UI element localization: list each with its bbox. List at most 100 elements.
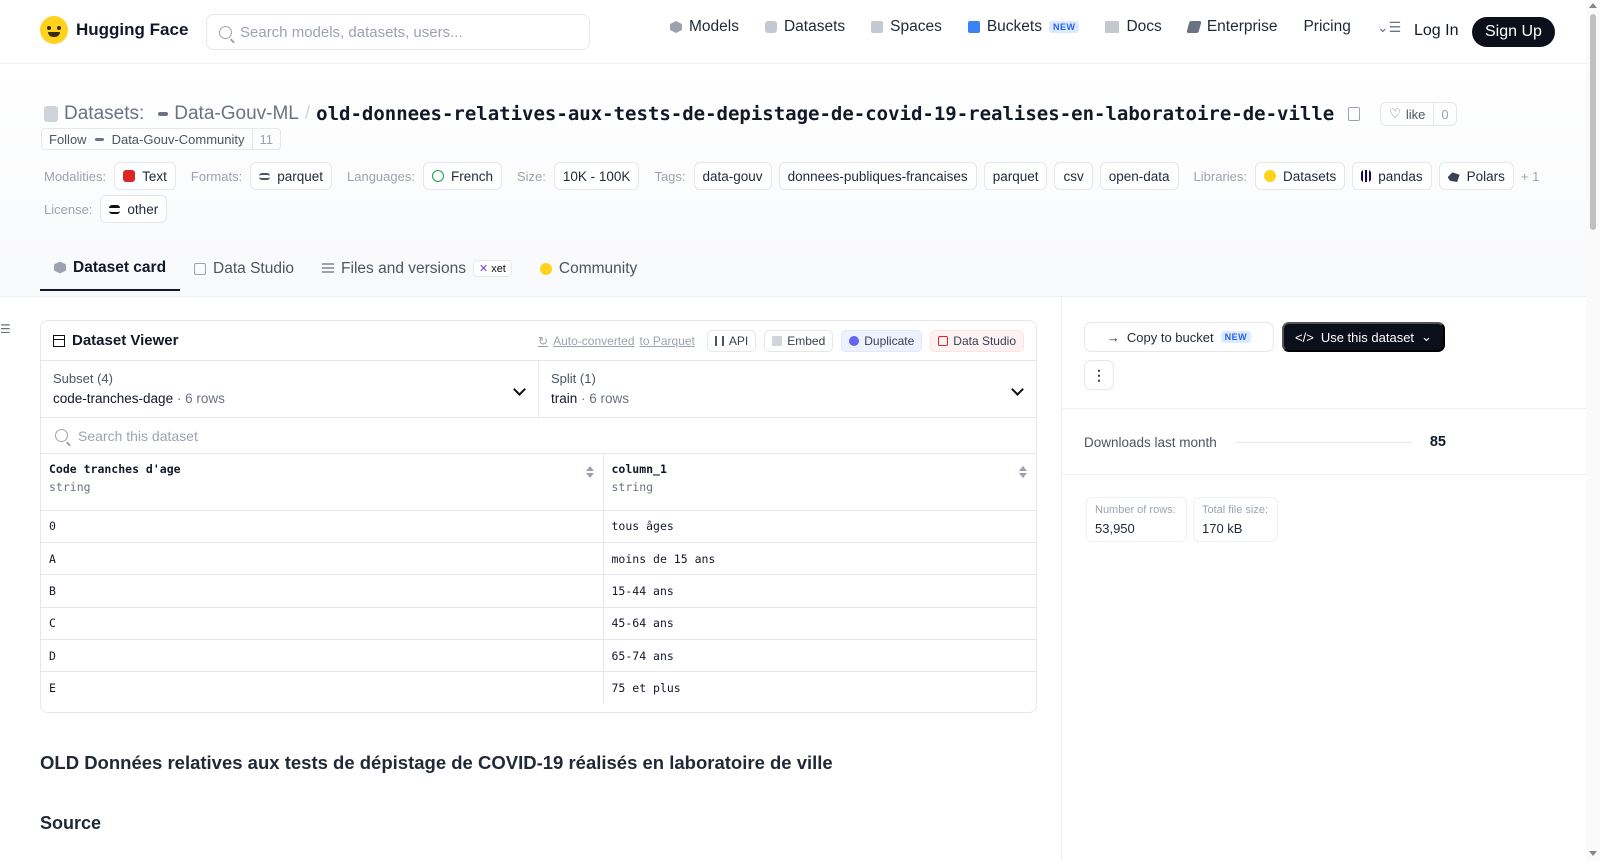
- tag-row-main: Modalities: Text Formats: parquet Langua…: [44, 162, 1547, 190]
- tag-parquet[interactable]: parquet: [983, 162, 1048, 190]
- auto-converted-link[interactable]: ↻ Auto-converted to Parquet: [538, 334, 695, 348]
- files-icon: [322, 262, 335, 275]
- main-nav: Models Datasets Spaces Buckets NEW Docs E…: [670, 18, 1401, 36]
- sort-icon[interactable]: [585, 466, 594, 478]
- cube-icon: [670, 21, 682, 33]
- top-navigation: Hugging Face Models Datasets Spaces Buck…: [0, 0, 1586, 64]
- globe-icon: [431, 170, 444, 182]
- data-studio-button[interactable]: Data Studio: [930, 329, 1024, 352]
- follow-button[interactable]: Follow Data-Gouv-Community 11: [41, 128, 282, 150]
- database-icon: [44, 106, 58, 122]
- scrollbar-thumb[interactable]: [1590, 14, 1596, 230]
- more-menu-icon[interactable]: ⌄☰: [1377, 19, 1401, 36]
- dataset-viewer: Dataset Viewer ↻ Auto-converted to Parquet…: [40, 320, 1037, 713]
- tab-files-and-versions[interactable]: Files and versions ✕ xet: [308, 246, 526, 291]
- tag-csv[interactable]: csv: [1054, 162, 1093, 190]
- sort-icon[interactable]: [1019, 466, 1027, 478]
- tab-community[interactable]: Community: [526, 246, 651, 291]
- table-cell: 45-64 ans: [602, 607, 1036, 641]
- xet-icon: ✕: [478, 263, 489, 275]
- subset-dropdown[interactable]: Subset (4) code-tranches-dage · 6 rows: [41, 361, 538, 417]
- scroll-up-arrow-icon[interactable]: [1589, 3, 1597, 8]
- downloads-count: 85: [1429, 434, 1446, 450]
- nav-enterprise[interactable]: Enterprise: [1186, 18, 1277, 36]
- copy-to-bucket-button[interactable]: → Copy to bucket NEW: [1084, 322, 1274, 352]
- column-header[interactable]: Code tranches d'age string: [41, 454, 603, 511]
- embed-button[interactable]: Embed: [764, 329, 834, 352]
- table-row[interactable]: Amoins de 15 ans: [41, 542, 1036, 576]
- copy-icon[interactable]: [1348, 107, 1361, 121]
- path-separator: /: [304, 103, 311, 124]
- table-row[interactable]: B 15-44 ans: [41, 574, 1036, 608]
- nav-buckets[interactable]: Buckets NEW: [967, 18, 1080, 36]
- toc-toggle-icon[interactable]: ☰: [0, 322, 11, 336]
- more-options-button[interactable]: ⋮: [1084, 360, 1114, 390]
- table-row[interactable]: C 45-64 ans: [41, 607, 1036, 641]
- org-link[interactable]: Data-Gouv-ML: [174, 103, 299, 125]
- nav-docs[interactable]: Docs: [1105, 18, 1162, 36]
- tag-row-license: License: other: [44, 195, 174, 223]
- split-rows: 6 rows: [589, 391, 630, 406]
- hugging-face-icon: [539, 262, 552, 275]
- xet-badge: ✕ xet: [472, 260, 512, 277]
- login-link[interactable]: Log In: [1414, 22, 1458, 40]
- dataset-table: Code tranches d'age string column_1 string…: [41, 454, 1036, 705]
- global-search-input[interactable]: [240, 23, 560, 41]
- tag-modality-text[interactable]: Text: [114, 162, 176, 190]
- table-cell: 0: [41, 510, 603, 543]
- polars-bear-icon: [1447, 172, 1460, 182]
- new-badge: NEW: [1048, 21, 1080, 33]
- table-cell: moins de 15 ans: [602, 542, 1036, 576]
- nav-datasets[interactable]: Datasets: [764, 18, 845, 36]
- nav-pricing[interactable]: Pricing: [1303, 18, 1350, 36]
- tag-library-pandas[interactable]: pandas: [1352, 162, 1432, 190]
- spaces-grid-icon: [871, 21, 884, 33]
- tab-data-studio[interactable]: Data Studio: [180, 246, 308, 291]
- tag-open-data[interactable]: open-data: [1099, 162, 1179, 190]
- split-dropdown[interactable]: Split (1) train · 6 rows: [538, 361, 1036, 417]
- table-row[interactable]: 0 tous âges: [41, 510, 1036, 543]
- cube-icon: [54, 261, 66, 274]
- tag-library-polars[interactable]: Polars: [1438, 162, 1514, 190]
- tab-dataset-card[interactable]: Dataset card: [40, 246, 181, 291]
- subset-value: code-tranches-dage: [53, 391, 174, 406]
- tag-language-french[interactable]: French: [422, 162, 502, 190]
- code-icon: [714, 335, 724, 346]
- size-group: Size: 10K - 100K: [517, 162, 646, 190]
- tag-size[interactable]: 10K - 100K: [553, 162, 640, 190]
- tag-library-datasets[interactable]: Datasets: [1255, 162, 1346, 190]
- brand-logo[interactable]: Hugging Face: [40, 16, 188, 44]
- org-avatar-icon: [94, 137, 104, 141]
- code-icon: </>: [1295, 329, 1314, 345]
- dataset-search-input[interactable]: [78, 427, 678, 444]
- tag-donnees-publiques[interactable]: donnees-publiques-francaises: [778, 162, 977, 190]
- table-cell: B: [41, 574, 603, 608]
- global-search[interactable]: [206, 14, 590, 50]
- use-this-dataset-button[interactable]: </> Use this dataset ⌄: [1282, 322, 1445, 352]
- repo-type-label[interactable]: Datasets:: [64, 103, 144, 125]
- signup-button[interactable]: Sign Up: [1472, 17, 1555, 47]
- card-heading: OLD Données relatives aux tests de dépis…: [40, 752, 833, 773]
- table-row[interactable]: E 75 et plus: [41, 671, 1036, 705]
- table-icon: [53, 334, 65, 347]
- search-icon: [55, 429, 68, 442]
- repo-name[interactable]: old-donnees-relatives-aux-tests-de-depis…: [316, 103, 1334, 125]
- tag-license-other[interactable]: other: [100, 195, 168, 223]
- table-row[interactable]: D 65-74 ans: [41, 639, 1036, 673]
- rows-stat: Number of rows: 53,950: [1086, 497, 1187, 542]
- tag-data-gouv[interactable]: data-gouv: [693, 162, 772, 190]
- embed-icon: [772, 335, 783, 346]
- column-header[interactable]: column_1 string: [602, 454, 1036, 511]
- table-cell: A: [41, 542, 603, 576]
- dataset-search[interactable]: [41, 418, 1036, 454]
- file-size: 170 kB: [1202, 521, 1243, 536]
- more-libraries[interactable]: + 1: [1521, 169, 1539, 184]
- like-button[interactable]: ♡ like 0: [1380, 102, 1457, 126]
- duplicate-button[interactable]: Duplicate: [841, 329, 923, 352]
- nav-spaces[interactable]: Spaces: [871, 18, 942, 36]
- nav-models[interactable]: Models: [670, 18, 739, 36]
- tag-format-parquet[interactable]: parquet: [250, 162, 332, 190]
- api-button[interactable]: API: [706, 329, 757, 352]
- like-count: 0: [1441, 106, 1449, 122]
- scroll-down-arrow-icon[interactable]: [1589, 851, 1597, 856]
